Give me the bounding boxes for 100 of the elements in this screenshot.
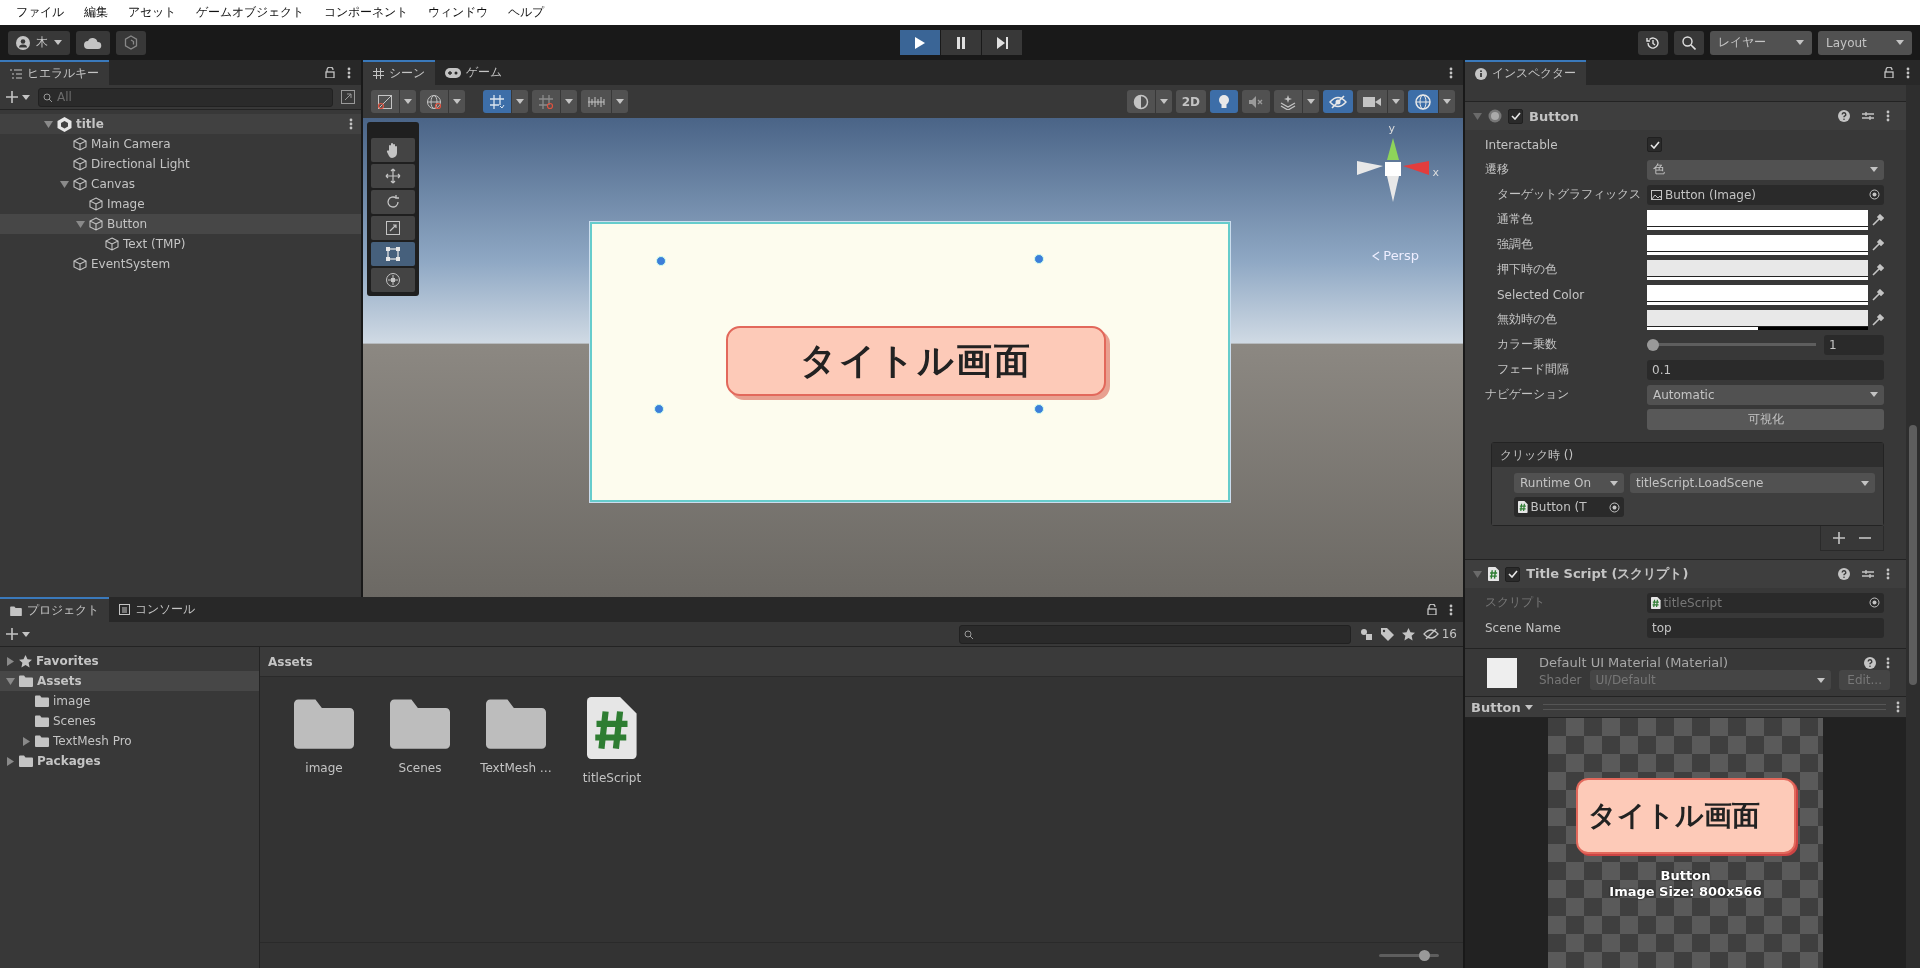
tree-item[interactable]: Assets	[0, 671, 259, 691]
menu-item[interactable]: アセット	[118, 4, 186, 21]
scene-tab[interactable]: シーン	[363, 60, 435, 85]
rect-tool[interactable]	[371, 242, 415, 266]
tree-item[interactable]: Scenes	[0, 711, 259, 731]
tree-item[interactable]: Text (TMP)	[0, 234, 361, 254]
more-icon[interactable]	[1886, 568, 1890, 580]
menu-item[interactable]: ウィンドウ	[418, 4, 498, 21]
tree-item[interactable]: Image	[0, 194, 361, 214]
play-button[interactable]	[900, 30, 940, 55]
step-button[interactable]	[982, 30, 1022, 55]
search-field[interactable]	[958, 624, 1351, 644]
dropdown-caret[interactable]	[561, 90, 577, 113]
dropdown-caret[interactable]	[449, 90, 465, 113]
more-icon[interactable]	[1886, 110, 1890, 122]
layout-dropdown[interactable]: Layout	[1818, 30, 1912, 55]
collab-button[interactable]	[116, 30, 146, 55]
text-field[interactable]: 0.1	[1647, 359, 1884, 380]
dropdown-caret[interactable]	[1439, 90, 1455, 113]
help-icon[interactable]	[1864, 656, 1876, 669]
tree-item[interactable]: Canvas	[0, 174, 361, 194]
dropdown-caret[interactable]	[512, 90, 528, 113]
tree-item[interactable]: title	[0, 114, 361, 134]
globe-toggle[interactable]	[420, 90, 448, 113]
checkbox[interactable]	[1505, 566, 1521, 582]
visualize-button[interactable]: 可視化	[1647, 409, 1884, 430]
history-button[interactable]	[1638, 30, 1668, 55]
object-field[interactable]: Button (T	[1514, 497, 1624, 517]
dimension-toggle[interactable]: 2D	[1175, 90, 1206, 113]
filter-icon[interactable]	[1358, 627, 1373, 641]
cloud-button[interactable]	[76, 30, 110, 55]
dropdown[interactable]: 色	[1647, 159, 1884, 180]
asset-item[interactable]: TextMesh …	[476, 697, 556, 775]
scrollbar[interactable]	[1906, 85, 1920, 968]
layers-dropdown[interactable]: レイヤー	[1710, 30, 1812, 55]
expand-window-icon[interactable]	[341, 90, 355, 104]
more-icon[interactable]	[347, 66, 351, 79]
anchor-handle[interactable]	[1034, 404, 1044, 414]
color-field[interactable]	[1647, 234, 1868, 251]
breadcrumb-link[interactable]: Assets	[266, 654, 315, 669]
slider-thumb[interactable]	[1647, 338, 1659, 351]
number-field[interactable]: 1	[1824, 334, 1884, 355]
color-field[interactable]	[1647, 309, 1868, 326]
increment-toggle[interactable]	[581, 90, 611, 113]
text-field[interactable]: top	[1647, 617, 1884, 638]
more-icon[interactable]	[349, 118, 353, 130]
console-tab[interactable]: コンソール	[109, 597, 205, 622]
tree-item[interactable]: EventSystem	[0, 254, 361, 274]
expanded-arrow-icon[interactable]	[44, 119, 53, 129]
asset-item[interactable]: image	[284, 697, 364, 775]
target-icon[interactable]	[1869, 189, 1880, 200]
target-icon[interactable]	[1609, 501, 1620, 513]
tree-item[interactable]: Button	[0, 214, 361, 234]
color-field[interactable]	[1647, 209, 1868, 226]
scale-tool[interactable]	[371, 216, 415, 240]
audio-toggle[interactable]	[1242, 90, 1270, 113]
tree-item[interactable]: Main Camera	[0, 134, 361, 154]
more-icon[interactable]	[1896, 701, 1900, 713]
more-icon[interactable]	[1886, 656, 1890, 669]
dropdown-caret[interactable]	[1388, 90, 1404, 113]
menu-item[interactable]: ファイル	[6, 4, 74, 21]
collapsed-arrow-icon[interactable]	[6, 756, 15, 766]
render-mode-toggle[interactable]	[1126, 90, 1155, 113]
collapsed-arrow-icon[interactable]	[22, 736, 31, 746]
add-button[interactable]	[6, 628, 30, 640]
transform-tool[interactable]	[371, 268, 415, 292]
more-icon[interactable]	[1449, 66, 1453, 79]
project-tab[interactable]: プロジェクト	[0, 597, 109, 622]
inspector-tab[interactable]: インスペクター	[1465, 60, 1586, 85]
color-field[interactable]	[1647, 259, 1868, 276]
gizmos-toggle[interactable]	[1408, 90, 1438, 113]
dropdown-caret[interactable]	[1303, 90, 1319, 113]
eyedropper-icon[interactable]	[1872, 213, 1884, 226]
expanded-arrow-icon[interactable]	[76, 219, 85, 229]
slider-thumb[interactable]	[1419, 950, 1430, 961]
runtime-dropdown[interactable]: Runtime On	[1514, 473, 1624, 493]
tree-item[interactable]: image	[0, 691, 259, 711]
more-icon[interactable]	[1906, 66, 1910, 79]
eyedropper-icon[interactable]	[1872, 313, 1884, 326]
object-field[interactable]: Button (Image)	[1647, 184, 1884, 205]
help-icon[interactable]	[1838, 568, 1850, 580]
asset-item[interactable]: Scenes	[380, 697, 460, 775]
checkbox[interactable]	[1647, 137, 1662, 152]
tag-icon[interactable]	[1380, 627, 1394, 641]
add-button[interactable]	[1833, 532, 1845, 544]
tree-item[interactable]: Directional Light	[0, 154, 361, 174]
help-icon[interactable]	[1838, 110, 1850, 122]
tree-item[interactable]: TextMesh Pro	[0, 731, 259, 751]
eyedropper-icon[interactable]	[1872, 288, 1884, 301]
lock-icon[interactable]	[325, 67, 335, 78]
expanded-arrow-icon[interactable]	[60, 179, 69, 189]
menu-item[interactable]: 編集	[74, 4, 118, 21]
snap-toggle[interactable]	[532, 90, 560, 113]
eyedropper-icon[interactable]	[1872, 238, 1884, 251]
tree-item[interactable]: Favorites	[0, 651, 259, 671]
color-field[interactable]	[1647, 284, 1868, 301]
menu-item[interactable]: ヘルプ	[498, 4, 554, 21]
effects-toggle[interactable]	[1274, 90, 1302, 113]
tree-item[interactable]: Packages	[0, 751, 259, 771]
account-dropdown[interactable]: 木	[8, 30, 70, 55]
